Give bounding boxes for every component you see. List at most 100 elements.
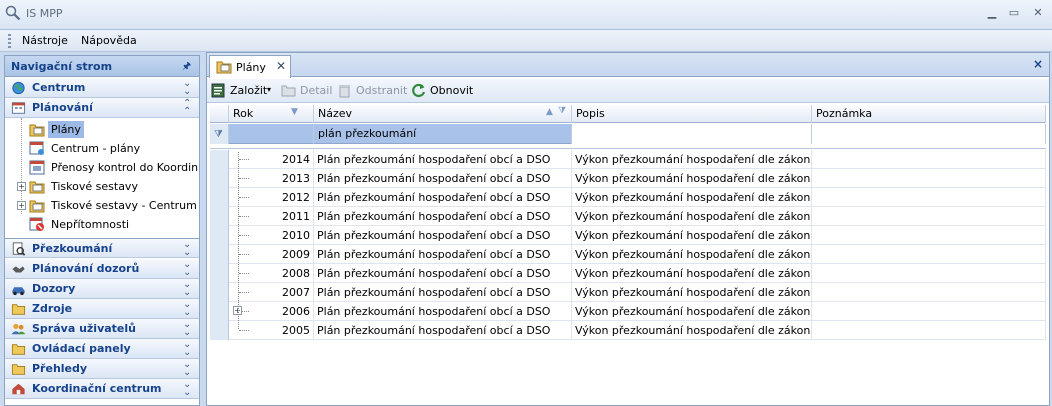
nav-group-prehledy[interactable]: Přehledy ⌄ ⌄ [5, 359, 199, 379]
cell-nazev: Plán přezkoumání hospodaření obcí a DSO [314, 264, 572, 283]
expand-icon[interactable]: + [17, 182, 26, 191]
table-row[interactable]: 2010 Plán přezkoumání hospodaření obcí a … [210, 226, 1046, 245]
row-selector[interactable] [210, 321, 229, 340]
expand-icon[interactable]: + [17, 201, 26, 210]
nav-group-planovani-dozoru[interactable]: Plánování dozorů ⌄ ⌄ [5, 259, 199, 279]
tree-item-nepritomnosti[interactable]: Nepřítomnosti [5, 215, 199, 234]
tree-connector [239, 178, 249, 179]
calendar-icon [11, 102, 26, 114]
filter-separator [210, 145, 1046, 149]
cell-nazev: Plán přezkoumání hospodaření obcí a DSO [314, 283, 572, 302]
column-header-rok[interactable]: Rok ▼ [229, 105, 314, 123]
cell-rok: 2007 [255, 283, 314, 302]
row-selector[interactable] [210, 188, 229, 207]
filter-row-selector: ⧩ [210, 124, 229, 144]
nav-group-planovani[interactable]: Plánování ⌃ ⌃ [5, 98, 199, 118]
table-row[interactable]: 2014 Plán přezkoumání hospodaření obcí a … [210, 150, 1046, 169]
nav-group-label: Koordinační centrum [32, 382, 162, 395]
tree-item-plany[interactable]: Plány [5, 120, 199, 139]
menu-napoveda[interactable]: Nápověda [81, 34, 137, 47]
maximize-button[interactable]: ▭ [1006, 5, 1022, 21]
nav-group-zdroje[interactable]: Zdroje ⌄ ⌄ [5, 299, 199, 319]
menu-nastroje[interactable]: Nástroje [22, 34, 68, 47]
cell-popis: Výkon přezkoumání hospodaření dle zákona… [572, 321, 812, 340]
nav-group-koordinacni-centrum[interactable]: Koordinační centrum ⌄ ⌄ [5, 379, 199, 399]
pin-icon[interactable]: 🖈 [182, 59, 194, 73]
table-row[interactable]: 2005 Plán přezkoumání hospodaření obcí a … [210, 321, 1046, 340]
cell-rok: 2011 [255, 207, 314, 226]
folder-icon [29, 181, 45, 194]
filter-funnel-icon: ⧩ [214, 129, 223, 140]
cell-popis: Výkon přezkoumání hospodaření dle zákona… [572, 207, 812, 226]
nav-group-dozory[interactable]: Dozory ⌄ ⌄ [5, 279, 199, 299]
title-bar: IS MPP ▁ ▭ ✕ [0, 0, 1052, 30]
table-row[interactable]: 2006 Plán přezkoumání hospodaření obcí a … [210, 302, 1046, 321]
tree-item-tiskove-sestavy-centrum[interactable]: + Tiskové sestavy - Centrum [5, 196, 199, 215]
minimize-button[interactable]: ▁ [984, 5, 1000, 21]
column-header-popis[interactable]: Popis [572, 105, 812, 123]
row-selector[interactable] [210, 245, 229, 264]
folder-icon [29, 200, 45, 213]
toolbar-grip[interactable] [8, 34, 11, 48]
row-selector[interactable] [210, 226, 229, 245]
tree-item-label: Tiskové sestavy [51, 180, 138, 193]
row-selector[interactable] [210, 302, 229, 321]
row-selector[interactable] [210, 169, 229, 188]
close-button[interactable]: ✕ [1030, 5, 1046, 21]
nav-group-centrum[interactable]: Centrum ⌄ ⌄ [5, 78, 199, 98]
cell-rok: 2005 [255, 321, 314, 340]
cell-popis: Výkon přezkoumání hospodaření dle zákona… [572, 169, 812, 188]
tree-connector [238, 152, 239, 329]
car-icon [12, 287, 25, 296]
cell-rok: 2013 [255, 169, 314, 188]
table-row[interactable]: 2009 Plán přezkoumání hospodaření obcí a … [210, 245, 1046, 264]
new-document-icon [211, 83, 225, 98]
table-row[interactable]: 2008 Plán přezkoumání hospodaření obcí a … [210, 264, 1046, 283]
cell-rok: 2009 [255, 245, 314, 264]
filter-row: ⧩ plán přezkoumání [210, 124, 1046, 144]
magnifier-icon [5, 5, 21, 21]
tree-item-centrum-plany[interactable]: Centrum - plány [5, 139, 199, 158]
chevron-up-icon: ⌃ ⌃ [183, 98, 192, 117]
chevron-down-icon: ⌄ ⌄ [183, 239, 192, 258]
column-header-poznamka[interactable]: Poznámka [812, 105, 1046, 123]
tree-item-prenosy[interactable]: Přenosy kontrol do Koordin... [5, 158, 199, 177]
cell-poznamka [812, 321, 1046, 340]
toolbar: Založit ▾ Detail Odstranit Obnovit [207, 79, 1049, 103]
chevron-down-icon: ⌄ ⌄ [183, 279, 192, 298]
tree-connector [239, 216, 249, 217]
row-selector[interactable] [210, 150, 229, 169]
filter-cell-rok[interactable] [229, 124, 314, 144]
tab-close-icon[interactable]: ✕ [276, 59, 286, 73]
create-button[interactable]: Založit ▾ [211, 82, 277, 100]
panel-close-icon[interactable]: × [1033, 57, 1043, 71]
cell-popis: Výkon přezkoumání hospodaření dle zákona… [572, 264, 812, 283]
folder-icon [29, 124, 45, 137]
column-header-nazev[interactable]: Název ▲ ⧩ [314, 105, 572, 123]
delete-button[interactable]: Odstranit [337, 82, 407, 100]
table-row[interactable]: 2012 Plán přezkoumání hospodaření obcí a … [210, 188, 1046, 207]
refresh-button[interactable]: Obnovit [411, 82, 475, 100]
dropdown-arrow-icon: ▾ [267, 85, 272, 94]
row-selector[interactable] [210, 283, 229, 302]
filter-cell-poznamka[interactable] [812, 124, 1046, 144]
nav-group-prezkoumani[interactable]: Přezkoumání ⌄ ⌄ [5, 238, 199, 258]
row-selector[interactable] [210, 264, 229, 283]
table-row[interactable]: 2007 Plán přezkoumání hospodaření obcí a … [210, 283, 1046, 302]
table-row[interactable]: 2011 Plán přezkoumání hospodaření obcí a … [210, 207, 1046, 226]
tab-plany[interactable]: Plány ✕ [209, 55, 291, 78]
detail-button[interactable]: Detail [281, 82, 333, 100]
cell-nazev: Plán přezkoumání hospodaření obcí a DSO [314, 302, 572, 321]
nav-group-sprava-uzivatelu[interactable]: Správa uživatelů ⌄ ⌄ [5, 319, 199, 339]
filter-cell-popis[interactable] [572, 124, 812, 144]
filter-cell-nazev[interactable]: plán přezkoumání [314, 124, 572, 144]
trash-icon [339, 85, 350, 98]
nav-group-ovladaci-panely[interactable]: Ovládací panely ⌄ ⌄ [5, 339, 199, 359]
cell-nazev: Plán přezkoumání hospodaření obcí a DSO [314, 321, 572, 340]
tree-item-label: Tiskové sestavy - Centrum [51, 199, 197, 212]
tree-item-tiskove-sestavy[interactable]: + Tiskové sestavy [5, 177, 199, 196]
filter-icon[interactable]: ⧩ [558, 106, 566, 116]
table-row[interactable]: 2013 Plán přezkoumání hospodaření obcí a … [210, 169, 1046, 188]
nav-group-label: Přehledy [32, 362, 88, 375]
row-selector[interactable] [210, 207, 229, 226]
